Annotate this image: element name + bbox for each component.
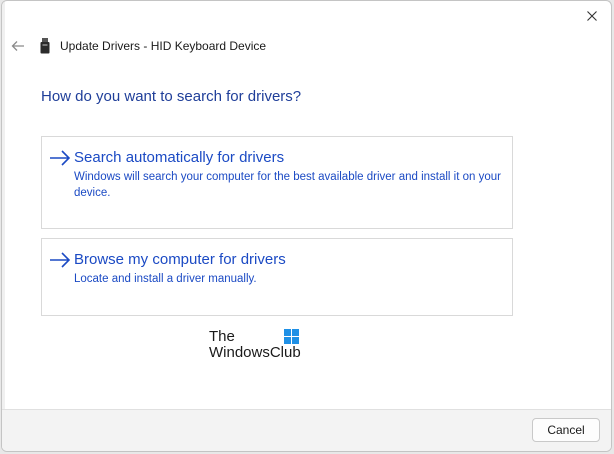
watermark: The WindowsClub <box>209 329 309 363</box>
dialog-footer: Cancel <box>2 409 611 451</box>
cancel-button[interactable]: Cancel <box>532 418 600 442</box>
back-arrow-icon <box>11 41 24 51</box>
right-arrow-icon <box>50 150 71 166</box>
windows-logo-icon <box>284 329 299 344</box>
window-title: Update Drivers - HID Keyboard Device <box>60 39 267 53</box>
watermark-line2: WindowsClub <box>209 344 301 361</box>
option-description: Windows will search your computer for th… <box>74 171 501 199</box>
back-button[interactable] <box>9 37 27 55</box>
option-title: Search automatically for drivers <box>74 149 285 166</box>
close-icon <box>587 11 597 21</box>
usb-device-icon <box>40 38 50 54</box>
search-automatically-option[interactable]: Search automatically for drivers Windows… <box>41 136 513 229</box>
update-drivers-window: Update Drivers - HID Keyboard Device How… <box>1 0 612 452</box>
window-edge <box>2 1 5 451</box>
watermark-line1: The <box>209 328 235 345</box>
browse-computer-option[interactable]: Browse my computer for drivers Locate an… <box>41 238 513 316</box>
close-button[interactable] <box>581 7 603 25</box>
page-heading: How do you want to search for drivers? <box>41 88 302 105</box>
option-description: Locate and install a driver manually. <box>74 273 257 285</box>
option-title: Browse my computer for drivers <box>74 251 286 268</box>
right-arrow-icon <box>50 252 71 268</box>
